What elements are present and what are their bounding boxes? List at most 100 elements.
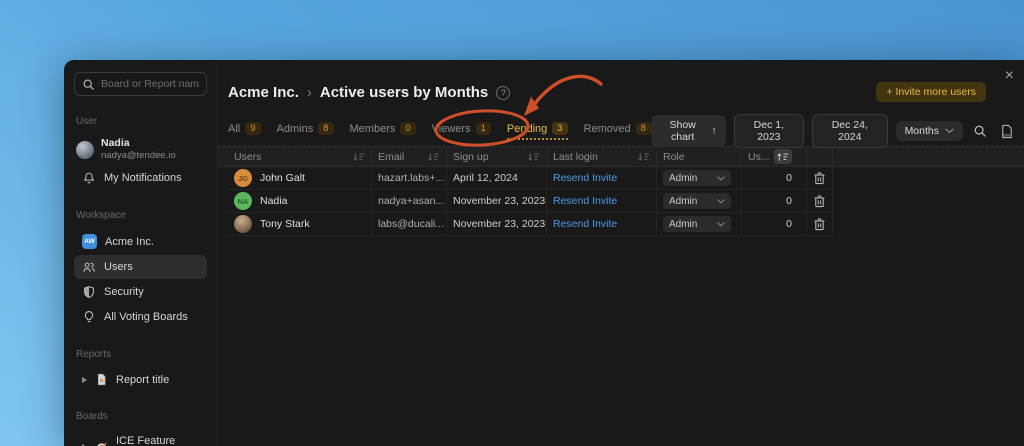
expand-caret-icon[interactable] — [82, 377, 87, 383]
sort-icon[interactable] — [637, 152, 650, 162]
trash-icon — [813, 194, 826, 208]
count-badge: 1 — [476, 122, 491, 135]
role-dropdown[interactable]: Admin — [663, 216, 731, 232]
sort-ascending-button[interactable] — [774, 149, 792, 164]
email-cell: labs@ducali... — [372, 213, 447, 235]
chevron-down-icon — [717, 222, 725, 227]
sidebar-item-notifications[interactable]: My Notifications — [74, 166, 207, 190]
sidebar-item-ice-feature-priorities[interactable]: ICE Feature Priorities — [74, 430, 207, 446]
search-table-button[interactable] — [971, 122, 989, 140]
page-title: Active users by Months — [320, 84, 488, 101]
close-icon[interactable]: × — [1005, 68, 1014, 84]
breadcrumb-workspace[interactable]: Acme Inc. — [228, 84, 299, 101]
chevron-down-icon — [717, 176, 725, 181]
main-panel: × + Invite more users Acme Inc. › Active… — [218, 60, 1024, 446]
trash-icon — [813, 171, 826, 185]
sidebar-item-voting-boards[interactable]: All Voting Boards — [74, 305, 207, 329]
workspace-avatar: AW — [82, 234, 97, 249]
table-row: NA Nadia nadya+asan... November 23, 2023… — [228, 190, 833, 213]
sidebar-user-profile[interactable]: Nadia nadya@tendee.io — [76, 137, 205, 162]
sort-icon[interactable] — [352, 152, 365, 162]
sidebar-item-report-title[interactable]: Report title — [74, 368, 207, 391]
shield-icon — [82, 285, 96, 299]
section-label-user: User — [76, 116, 205, 127]
report-icon — [95, 373, 108, 386]
people-icon — [82, 260, 96, 274]
controls-row: All 9 Admins 8 Members 0 Viewers 1 — [228, 119, 1024, 143]
usage-cell: 0 — [742, 213, 807, 235]
board-search-input[interactable] — [101, 78, 199, 90]
tab-viewers[interactable]: Viewers 1 — [432, 122, 491, 140]
delete-user-button[interactable] — [813, 217, 826, 231]
chevron-down-icon — [717, 199, 725, 204]
sidebar-item-label: Security — [104, 286, 144, 298]
sidebar-item-label: Users — [104, 261, 133, 273]
tab-admins[interactable]: Admins 8 — [277, 122, 334, 140]
filter-tabs: All 9 Admins 8 Members 0 Viewers 1 — [228, 122, 651, 140]
arrow-up-icon: ↑ — [711, 125, 716, 137]
invite-more-users-button[interactable]: + Invite more users — [876, 82, 986, 102]
count-badge: 8 — [318, 122, 333, 135]
sidebar-search[interactable] — [74, 72, 207, 96]
column-header-role: Role — [657, 147, 742, 166]
trash-icon — [813, 217, 826, 231]
date-from-picker[interactable]: Dec 1, 2023 — [734, 114, 804, 148]
help-icon[interactable]: ? — [496, 86, 510, 100]
sidebar-item-label: Acme Inc. — [105, 236, 154, 248]
lightbulb-icon — [82, 310, 96, 324]
date-to-picker[interactable]: Dec 24, 2024 — [812, 114, 888, 148]
tab-members[interactable]: Members 0 — [350, 122, 416, 140]
delete-user-button[interactable] — [813, 194, 826, 208]
column-header-signup: Sign up — [447, 147, 547, 166]
avatar: JG — [234, 169, 252, 187]
table-row: JG John Galt hazart.labs+... April 12, 2… — [228, 167, 833, 190]
toolbar: Show chart ↑ Dec 1, 2023 Dec 24, 2024 Mo… — [651, 114, 1016, 148]
granularity-dropdown[interactable]: Months — [896, 121, 963, 141]
role-dropdown[interactable]: Admin — [663, 170, 731, 186]
column-header-users: Users — [228, 147, 372, 166]
user-avatar — [76, 141, 94, 159]
sidebar-item-label: My Notifications — [104, 172, 182, 184]
sidebar-item-users[interactable]: Users — [74, 255, 207, 279]
count-badge: 9 — [245, 122, 260, 135]
search-icon — [973, 124, 987, 138]
email-cell: nadya+asan... — [372, 190, 447, 212]
show-chart-button[interactable]: Show chart ↑ — [651, 115, 726, 147]
usage-cell: 0 — [742, 167, 807, 189]
sidebar-item-workspace-acme[interactable]: AW Acme Inc. — [74, 229, 207, 254]
sort-icon[interactable] — [427, 152, 440, 162]
breadcrumb-separator: › — [307, 84, 312, 101]
sidebar-item-security[interactable]: Security — [74, 280, 207, 304]
user-name-cell: Tony Stark — [260, 218, 310, 230]
column-header-last-login: Last login — [547, 147, 657, 166]
resend-invite-link[interactable]: Resend Invite — [553, 195, 617, 207]
signup-cell: November 23, 2023 — [447, 213, 547, 235]
section-label-workspace: Workspace — [76, 210, 205, 221]
count-badge: 0 — [400, 122, 415, 135]
target-icon — [95, 441, 108, 446]
section-label-reports: Reports — [76, 349, 205, 360]
sidebar-item-label: ICE Feature Priorities — [116, 435, 199, 446]
tab-pending[interactable]: Pending 3 — [507, 122, 568, 140]
count-badge: 8 — [636, 122, 651, 135]
tab-all[interactable]: All 9 — [228, 122, 261, 140]
delete-user-button[interactable] — [813, 171, 826, 185]
tab-removed[interactable]: Removed 8 — [584, 122, 651, 140]
signup-cell: November 23, 2023 — [447, 190, 547, 212]
usage-cell: 0 — [742, 190, 807, 212]
user-email: nadya@tendee.io — [101, 150, 176, 162]
column-header-email: Email — [372, 147, 447, 166]
resend-invite-link[interactable]: Resend Invite — [553, 172, 617, 184]
user-name-cell: Nadia — [260, 195, 287, 207]
table-header: Users Email Sign up Last login Role — [218, 146, 1024, 167]
user-name: Nadia — [101, 137, 176, 150]
resend-invite-link[interactable]: Resend Invite — [553, 218, 617, 230]
search-icon — [82, 78, 95, 91]
bell-icon — [82, 171, 96, 185]
export-csv-button[interactable] — [997, 122, 1016, 141]
sort-icon[interactable] — [527, 152, 540, 162]
role-dropdown[interactable]: Admin — [663, 193, 731, 209]
chevron-down-icon — [945, 128, 954, 134]
column-header-actions — [807, 147, 833, 166]
email-cell: hazart.labs+... — [372, 167, 447, 189]
